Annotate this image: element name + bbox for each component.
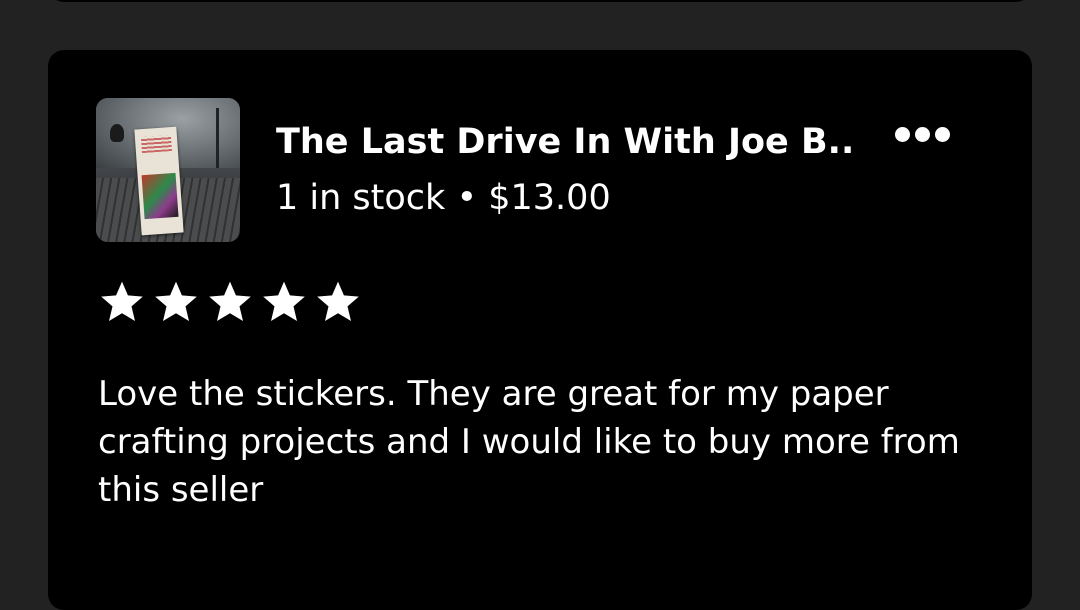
- product-price: $13.00: [488, 178, 611, 218]
- product-thumbnail[interactable]: [96, 98, 240, 242]
- more-options-icon[interactable]: [886, 116, 958, 152]
- previous-review-card: [48, 0, 1032, 2]
- star-icon: [317, 281, 359, 321]
- star-icon: [101, 281, 143, 321]
- product-title[interactable]: The Last Drive In With Joe B...: [276, 118, 856, 166]
- product-meta: 1 in stock • $13.00: [276, 174, 611, 222]
- star-rating: [98, 278, 362, 326]
- star-icon: [155, 281, 197, 321]
- review-card: The Last Drive In With Joe B... 1 in sto…: [48, 50, 1032, 610]
- stock-status: 1 in stock: [276, 178, 446, 218]
- star-icon: [209, 281, 251, 321]
- review-text: Love the stickers. They are great for my…: [98, 374, 960, 510]
- star-icon: [263, 281, 305, 321]
- meta-separator: •: [456, 178, 478, 218]
